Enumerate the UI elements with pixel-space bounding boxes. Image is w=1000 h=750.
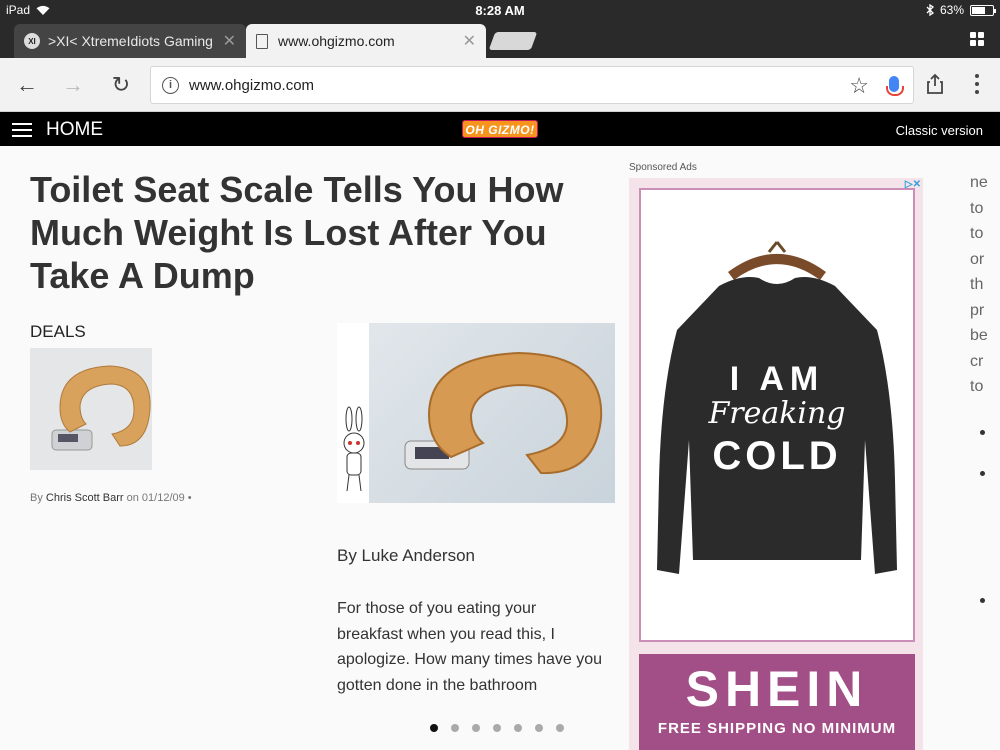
tab-switcher-icon[interactable] [970, 32, 984, 46]
reload-icon[interactable]: ↻ [108, 72, 134, 98]
carousel-dot[interactable] [430, 724, 438, 732]
status-bar: iPad 8:28 AM 63% [0, 0, 1000, 20]
ohgizmo-logo[interactable]: OH GIZMO! [462, 120, 538, 138]
shein-banner[interactable]: SHEIN FREE SHIPPING NO MINIMUM [639, 654, 915, 750]
toilet-seat-scale-photo [404, 351, 603, 475]
site-header: HOME OH GIZMO! Classic version [0, 112, 1000, 146]
carousel-dot[interactable] [535, 724, 543, 732]
browser-toolbar: ← → ↻ i www.ohgizmo.com ☆ [0, 58, 1000, 112]
preview-text-fragment: to [970, 199, 984, 217]
preview-text-fragment: th [970, 276, 984, 293]
author-link[interactable]: Chris Scott Barr [46, 492, 124, 504]
status-time: 8:28 AM [475, 3, 525, 18]
microphone-icon[interactable] [886, 76, 904, 96]
article-body: For those of you eating your breakfast w… [337, 600, 603, 694]
sweater-line-3: COLD [712, 434, 842, 478]
home-link[interactable]: HOME [46, 119, 103, 141]
preview-text-fragment: be [970, 327, 988, 344]
list-bullet [980, 430, 985, 435]
sweater-line-1: I AM [729, 360, 825, 398]
mascot-strip [337, 323, 369, 503]
hero-image[interactable] [337, 323, 615, 503]
shein-tagline: FREE SHIPPING NO MINIMUM [657, 720, 897, 737]
preview-text-fragment: to [970, 378, 984, 395]
info-icon[interactable]: i [162, 77, 179, 94]
page-icon [256, 33, 268, 49]
bookmark-star-icon[interactable]: ☆ [849, 73, 869, 99]
back-arrow-icon[interactable]: ← [14, 72, 40, 98]
list-bullet [980, 598, 985, 603]
carousel-dot[interactable] [514, 724, 522, 732]
preview-text-fragment: or [970, 250, 985, 268]
tab-title: www.ohgizmo.com [278, 33, 395, 49]
address-bar[interactable]: i www.ohgizmo.com ☆ [150, 66, 914, 104]
article-meta: By Chris Scott Barr on 01/12/09 • [30, 492, 192, 504]
tab-ohgizmo[interactable]: www.ohgizmo.com ✕ [246, 24, 486, 58]
preview-text-fragment: ne [970, 174, 988, 191]
close-tab-icon[interactable]: ✕ [223, 31, 236, 51]
share-icon[interactable] [926, 73, 944, 95]
carousel-dot[interactable] [472, 724, 480, 732]
xi-favicon-icon: XI [24, 33, 40, 49]
article-title: Toilet Seat Scale Tells You How Much Wei… [30, 169, 564, 296]
article-thumbnail[interactable] [30, 348, 152, 470]
article-byline: By Luke Anderson [337, 546, 475, 565]
close-tab-icon[interactable]: ✕ [463, 31, 476, 51]
bunny-mascot-icon [343, 406, 365, 492]
carousel-dots[interactable] [430, 724, 564, 732]
publish-date: 01/12/09 [141, 492, 185, 504]
hamburger-menu-icon[interactable] [12, 123, 32, 137]
toilet-seat-scale-image [30, 348, 152, 470]
next-article-preview: ne to to or th pr be cr to [970, 170, 988, 400]
category-label[interactable]: DEALS [30, 322, 86, 342]
bluetooth-icon [926, 4, 934, 16]
new-tab-button[interactable] [488, 32, 538, 50]
battery-icon [970, 4, 996, 16]
ad-product-frame[interactable]: I AM Freaking COLD [639, 188, 915, 642]
tab-bar: XI >XI< XtremeIdiots Gaming C ✕ www.ohgi… [0, 20, 1000, 58]
classic-version-link[interactable]: Classic version [896, 123, 983, 138]
tab-xtremeidiots[interactable]: XI >XI< XtremeIdiots Gaming C ✕ [14, 24, 246, 58]
on-word: on [126, 492, 139, 504]
list-bullet [980, 471, 985, 476]
carousel-dot[interactable] [493, 724, 501, 732]
overflow-menu-icon[interactable] [974, 72, 980, 96]
url-text[interactable]: www.ohgizmo.com [189, 77, 314, 94]
sponsored-label: Sponsored Ads [629, 162, 697, 173]
shein-brand: SHEIN [685, 661, 869, 717]
carousel-dot[interactable] [451, 724, 459, 732]
preview-text-fragment: cr [970, 352, 984, 370]
preview-text-fragment: to [970, 225, 984, 242]
carousel-dot[interactable] [556, 724, 564, 732]
forward-arrow-icon[interactable]: → [60, 72, 86, 98]
preview-text-fragment: pr [970, 301, 985, 319]
sweater-line-2: Freaking [708, 396, 846, 431]
tab-title: >XI< XtremeIdiots Gaming C [48, 33, 217, 49]
battery-percent: 63% [939, 3, 964, 17]
by-prefix: By [30, 492, 43, 504]
shein-ad[interactable]: ▷✕ I AM Freaking COLD SHEIN FREE SHIPPIN… [629, 178, 923, 750]
